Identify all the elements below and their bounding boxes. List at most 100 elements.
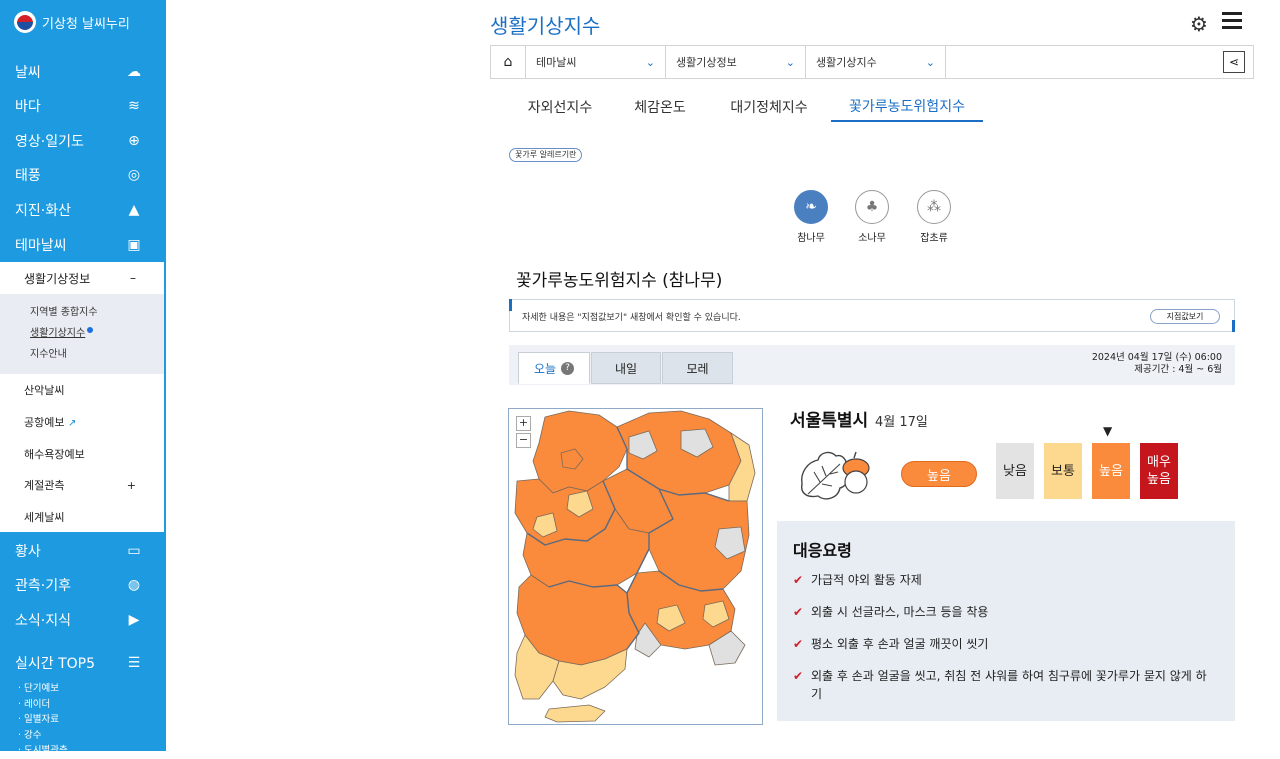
subnav-season[interactable]: 계절관측 + <box>0 469 164 501</box>
new-dot-icon <box>87 327 94 333</box>
nav-yellow-dust[interactable]: 황사 ▭ <box>0 534 166 568</box>
nav-typhoon[interactable]: 태풍 ◎ <box>0 158 166 192</box>
site-logo[interactable]: 기상청 날씨누리 <box>14 8 130 36</box>
map-zoom-in-button[interactable]: + <box>516 416 531 431</box>
weed-icon: ⁂ <box>917 190 951 224</box>
nav-earthquake[interactable]: 지진·화산 ▲ <box>0 193 166 227</box>
forecast-meta: 2024년 04월 17일 (수) 06:00 제공기간 : 4월 ~ 6월 <box>1091 352 1222 375</box>
nav-news[interactable]: 소식·지식 ▶ <box>0 603 166 637</box>
earth-icon: ◍ <box>127 577 141 593</box>
help-icon[interactable]: ? <box>561 361 575 375</box>
page-title: 생활기상지수 <box>490 14 601 38</box>
breadcrumb: ⌂ 테마날씨 ⌄ 생활기상정보 ⌄ 생활기상지수 ⌄ ⋖ <box>490 45 1254 79</box>
chevron-down-icon: ⌄ <box>925 55 935 69</box>
response-item: ✔ 가급적 야외 활동 자제 <box>793 573 922 587</box>
tab-uv[interactable]: 자외선지수 <box>508 92 612 122</box>
korea-map <box>514 410 756 723</box>
pine-tree-icon: ♣ <box>855 190 889 224</box>
subnav-mountain[interactable]: 산악날씨 <box>0 374 164 406</box>
city-date: 4월 17일 <box>875 415 928 430</box>
subnav-world[interactable]: 세계날씨 <box>0 501 164 533</box>
nav-sea[interactable]: 바다 ≋ <box>0 89 166 123</box>
check-icon: ✔ <box>793 669 804 683</box>
current-level-pill: 높음 <box>901 461 977 487</box>
top5-item[interactable]: 일별자료 <box>18 712 68 728</box>
external-link-icon: ↗ <box>67 418 77 429</box>
response-guide: 대응요령 ✔ 가급적 야외 활동 자제 ✔ 외출 시 선글라스, 마스크 등을 착용… <box>777 521 1235 721</box>
subnav-beach[interactable]: 해수욕장예보 <box>0 438 164 470</box>
section-title: 꽃가루농도위험지수 (참나무) <box>516 271 723 291</box>
typhoon-icon: ◎ <box>127 167 141 183</box>
top5-item[interactable]: 레이더 <box>18 697 68 713</box>
index-tabs: 자외선지수 체감온도 대기정체지수 꽃가루농도위험지수 <box>508 92 1234 124</box>
volcano-icon: ▲ <box>128 202 140 218</box>
hamburger-menu-icon[interactable] <box>1222 12 1242 32</box>
nav-theme-weather[interactable]: 테마날씨 ▣ <box>0 228 166 262</box>
top5-item[interactable]: 강수 <box>18 728 68 744</box>
check-icon: ✔ <box>793 573 804 587</box>
nav-observation[interactable]: 관측·기후 ◍ <box>0 568 166 602</box>
expand-icon: + <box>126 478 136 492</box>
level-normal: 보통 <box>1044 443 1082 499</box>
subnav-life-index[interactable]: 생활기상지수 <box>0 323 164 344</box>
tab-today[interactable]: 오늘? <box>518 352 590 384</box>
level-low: 낮음 <box>996 443 1034 499</box>
breadcrumb-life[interactable]: 생활기상정보 ⌄ <box>666 46 806 78</box>
subnav-list: 지역별 종합지수 생활기상지수 지수안내 <box>0 294 164 374</box>
logo-text: 기상청 날씨누리 <box>42 16 130 32</box>
play-icon: ▶ <box>128 612 140 628</box>
bag-icon: ▣ <box>127 237 141 253</box>
level-high: 높음 <box>1092 443 1130 499</box>
settings-gear-icon[interactable]: ⚙ <box>1190 12 1208 36</box>
theme-subpanel: 생활기상정보 – 지역별 종합지수 생활기상지수 지수안내 산악날씨 공항예보 … <box>0 262 164 532</box>
response-item: ✔ 외출 시 선글라스, 마스크 등을 착용 <box>793 605 989 619</box>
top5-list: 단기예보 레이더 일별자료 강수 도시별관측 <box>18 681 68 759</box>
tab-tomorrow[interactable]: 내일 <box>591 352 661 384</box>
home-icon[interactable]: ⌂ <box>491 46 526 78</box>
collapse-icon: – <box>130 271 136 285</box>
level-marker-icon: ▼ <box>1103 424 1113 438</box>
map-region-jeju <box>544 704 606 723</box>
top5-item[interactable]: 단기예보 <box>18 681 68 697</box>
subnav-airport[interactable]: 공항예보 ↗ <box>0 406 164 438</box>
check-icon: ✔ <box>793 637 804 651</box>
map-zoom-out-button[interactable]: − <box>516 433 531 448</box>
oak-illustration-icon <box>801 451 870 500</box>
breadcrumb-index[interactable]: 생활기상지수 ⌄ <box>806 46 946 78</box>
dust-icon: ▭ <box>127 543 141 559</box>
nav-top5[interactable]: 실시간 TOP5 ☰ <box>0 647 166 679</box>
tab-day-after[interactable]: 모레 <box>662 352 733 384</box>
tab-pollen[interactable]: 꽃가루농도위험지수 <box>831 92 983 122</box>
sidebar: 기상청 날씨누리 날씨 ☁ 바다 ≋ 영상·일기도 ⊕ 태풍 ◎ 지진·화산 ▲… <box>0 0 166 756</box>
nav-imagery[interactable]: 영상·일기도 ⊕ <box>0 124 166 158</box>
species-pine[interactable]: ♣ 소나무 <box>847 190 897 244</box>
species-weeds[interactable]: ⁂ 잡초류 <box>909 190 959 244</box>
share-icon[interactable]: ⋖ <box>1223 51 1245 73</box>
nav-weather[interactable]: 날씨 ☁ <box>0 55 166 89</box>
tab-feels-like[interactable]: 체감온도 <box>612 92 708 122</box>
chevron-down-icon: ⌄ <box>785 55 795 69</box>
oak-leaf-icon: ❧ <box>794 190 828 224</box>
wave-icon: ≋ <box>128 98 140 114</box>
view-point-values-button[interactable]: 지점값보기 <box>1150 309 1220 324</box>
subnav-life-weather[interactable]: 생활기상정보 – <box>0 262 164 294</box>
list-icon: ☰ <box>127 655 141 671</box>
notice-text: 자세한 내용은 "지점값보기" 새창에서 확인할 수 있습니다. <box>522 313 741 323</box>
pollen-map[interactable]: + − <box>508 408 763 725</box>
check-icon: ✔ <box>793 605 804 619</box>
pollen-allergy-link[interactable]: 꽃가루 알레르기란 <box>509 148 583 162</box>
kma-emblem-icon <box>14 11 36 33</box>
subnav-regional-index[interactable]: 지역별 종합지수 <box>0 302 164 323</box>
day-tabs-bar: 오늘? 내일 모레 2024년 04월 17일 (수) 06:00 제공기간 :… <box>509 345 1235 385</box>
species-oak[interactable]: ❧ 참나무 <box>786 190 836 244</box>
subnav-index-guide[interactable]: 지수안내 <box>0 344 164 365</box>
chevron-down-icon: ⌄ <box>645 55 655 69</box>
tab-air-stagnation[interactable]: 대기정체지수 <box>708 92 830 122</box>
response-item: ✔ 평소 외출 후 손과 얼굴 깨끗이 씻기 <box>793 637 989 651</box>
cloud-sun-icon: ☁ <box>127 64 141 80</box>
breadcrumb-theme[interactable]: 테마날씨 ⌄ <box>526 46 666 78</box>
notice-box: 자세한 내용은 "지점값보기" 새창에서 확인할 수 있습니다. 지점값보기 <box>509 299 1235 332</box>
level-very-high: 매우 높음 <box>1140 443 1178 499</box>
city-name: 서울특별시 <box>790 411 869 431</box>
response-item: ✔ 외출 후 손과 얼굴을 씻고, 취침 전 샤워를 하여 침구류에 꽃가루가 묻… <box>793 669 1207 701</box>
